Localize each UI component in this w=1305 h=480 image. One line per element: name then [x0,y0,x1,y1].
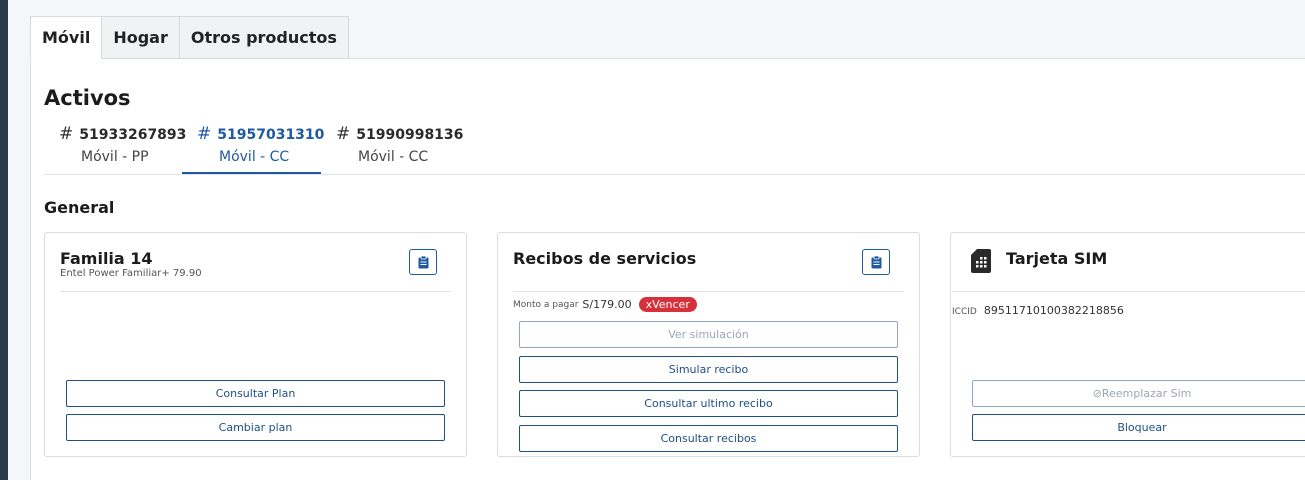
amount-value: S/179.00 [582,298,632,311]
cambiar-plan-button[interactable]: Cambiar plan [66,414,445,441]
iccid-value: 89511710100382218856 [983,304,1124,317]
line-item-51957031310[interactable]: #51957031310 Móvil - CC [182,120,324,174]
sim-card-icon [971,249,991,273]
sim-title: Tarjeta SIM [1006,249,1108,268]
status-badge: xVencer [638,297,697,312]
general-title: General [44,198,115,217]
line-number-text: 51933267893 [79,127,187,143]
plan-card: Familia 14 Entel Power Familiar+ 79.90 C… [44,232,467,457]
receipts-card: Recibos de servicios Monto a pagar S/179… [497,232,920,457]
line-number-text: 51957031310 [217,127,325,143]
line-item-51933267893[interactable]: #51933267893 Móvil - PP [44,120,186,174]
sim-card: Tarjeta SIM ICCID 89511710100382218856 ⊘… [950,232,1305,457]
consultar-recibos-button[interactable]: Consultar recibos [519,425,898,452]
line-selector: #51933267893 Móvil - PP #51957031310 Móv… [44,120,1305,175]
line-number: #51957031310 [197,124,324,144]
receipts-card-header: Recibos de servicios [513,233,904,292]
line-number: #51990998136 [336,124,463,144]
activos-title: Activos [44,86,131,110]
reemplazar-sim-button[interactable]: ⊘Reemplazar Sim [972,380,1305,407]
receipts-title: Recibos de servicios [513,249,697,268]
consultar-plan-button[interactable]: Consultar Plan [66,380,445,407]
tab-movil[interactable]: Móvil [30,16,103,59]
hash-icon: # [336,124,351,144]
line-plan: Móvil - CC [219,149,290,165]
line-item-51990998136[interactable]: #51990998136 Móvil - CC [321,120,463,174]
sim-card-header: Tarjeta SIM [952,233,1305,292]
amount-row: Monto a pagar S/179.00 xVencer [513,297,697,312]
product-tabs: Móvil Hogar Otros productos [30,16,349,59]
left-rail [0,0,8,480]
line-number-text: 51990998136 [356,127,464,143]
plan-title: Familia 14 [60,249,153,268]
iccid-row: ICCID 89511710100382218856 [952,299,1124,318]
bloquear-button[interactable]: Bloquear [972,414,1305,441]
consultar-ultimo-recibo-button[interactable]: Consultar ultimo recibo [519,390,898,417]
line-plan: Móvil - CC [358,149,429,165]
ver-simulacion-button[interactable]: Ver simulación [519,321,898,348]
tab-hogar[interactable]: Hogar [102,16,180,59]
receipts-clipboard-button[interactable] [862,249,890,275]
tab-otros-productos[interactable]: Otros productos [179,16,349,59]
plan-card-header: Familia 14 Entel Power Familiar+ 79.90 [60,233,451,292]
clipboard-icon [418,255,428,268]
line-plan: Móvil - PP [81,149,149,165]
iccid-label: ICCID [952,307,977,317]
hash-icon: # [197,124,212,144]
plan-subtitle: Entel Power Familiar+ 79.90 [60,268,202,279]
plan-clipboard-button[interactable] [409,249,437,275]
line-number: #51933267893 [59,124,186,144]
simular-recibo-button[interactable]: Simular recibo [519,356,898,383]
amount-label: Monto a pagar [513,299,579,310]
hash-icon: # [59,124,74,144]
clipboard-icon [871,255,881,268]
